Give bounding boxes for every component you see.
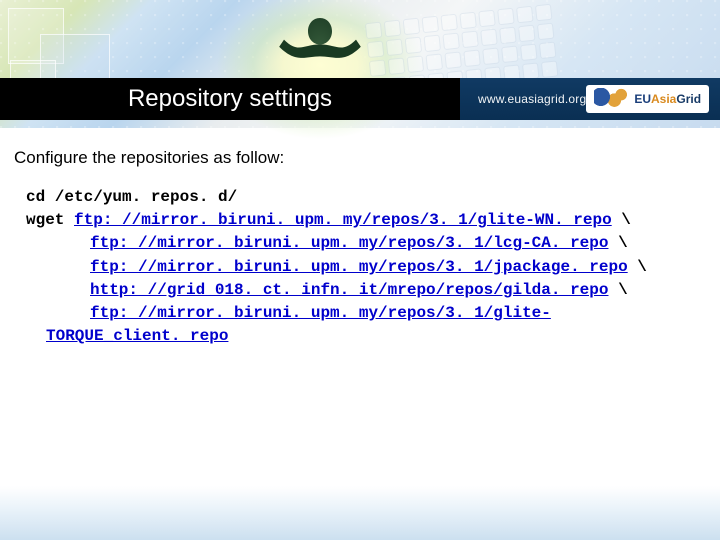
repo-link-lcg-ca[interactable]: ftp: //mirror. biruni. upm. my/repos/3. … <box>90 234 608 252</box>
page-title: Repository settings <box>128 85 332 113</box>
repo-link-glite-torque-part1[interactable]: ftp: //mirror. biruni. upm. my/repos/3. … <box>90 304 551 322</box>
cmd-wget: wget <box>26 211 64 229</box>
footer-gradient <box>0 486 720 540</box>
brand-text-grid: Grid <box>676 92 701 106</box>
repo-link-glite-wn[interactable]: ftp: //mirror. biruni. upm. my/repos/3. … <box>74 211 612 229</box>
line-continuation: \ <box>612 211 631 229</box>
repo-link-glite-torque-part2[interactable]: TORQUE_client. repo <box>46 327 228 345</box>
brand-text-eu: EU <box>634 92 651 106</box>
title-bar: Repository settings <box>0 78 460 120</box>
brand-logo: EUAsiaGrid <box>586 85 709 113</box>
brand-text-asia: Asia <box>651 92 676 106</box>
intro-text: Configure the repositories as follow: <box>14 148 706 168</box>
repo-link-gilda[interactable]: http: //grid 018. ct. infn. it/mrepo/rep… <box>90 281 608 299</box>
cmd-cd: cd /etc/yum. repos. d/ <box>26 186 694 209</box>
repo-link-jpackage[interactable]: ftp: //mirror. biruni. upm. my/repos/3. … <box>90 258 628 276</box>
site-url: www.euasiagrid.org <box>478 92 586 106</box>
brand-strip: www.euasiagrid.org EUAsiaGrid <box>460 78 720 120</box>
slide-content: Configure the repositories as follow: cd… <box>0 140 720 348</box>
line-continuation: \ <box>608 281 627 299</box>
code-block: cd /etc/yum. repos. d/ wget ftp: //mirro… <box>14 186 706 348</box>
map-icon <box>594 88 628 110</box>
line-continuation: \ <box>608 234 627 252</box>
line-continuation: \ <box>628 258 647 276</box>
